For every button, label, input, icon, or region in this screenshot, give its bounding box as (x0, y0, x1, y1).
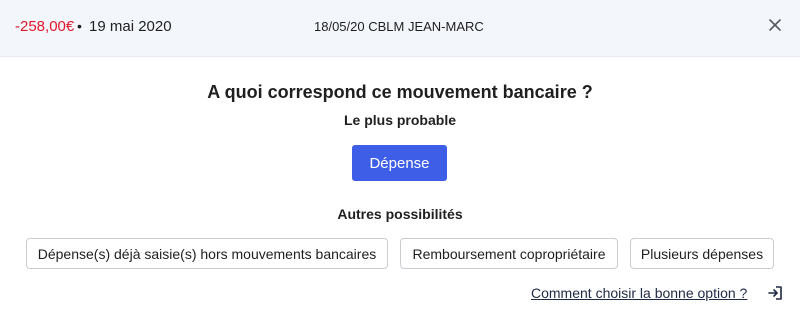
separator-bullet: • (77, 18, 82, 34)
transaction-label: 18/05/20 CBLM JEAN-MARC (314, 19, 484, 34)
dialog-title: A quoi correspond ce mouvement bancaire … (207, 82, 593, 102)
dialog-header: -258,00€ • 19 mai 2020 18/05/20 CBLM JEA… (0, 0, 800, 57)
most-probable-label: Le plus probable (343, 112, 456, 128)
depense-button[interactable]: Dépense (352, 145, 447, 181)
option-multiple-expenses-button[interactable]: Plusieurs dépenses (630, 238, 774, 269)
option-owner-refund-button[interactable]: Remboursement copropriétaire (400, 238, 618, 269)
sign-in-icon[interactable] (767, 285, 783, 301)
close-icon[interactable] (764, 14, 786, 36)
option-existing-expenses-button[interactable]: Dépense(s) déjà saisie(s) hors mouvement… (26, 238, 388, 269)
transaction-date: 19 mai 2020 (89, 18, 172, 35)
transaction-amount: -258,00€ (15, 18, 75, 35)
bank-movement-dialog: -258,00€ • 19 mai 2020 18/05/20 CBLM JEA… (0, 0, 800, 323)
other-options-label: Autres possibilités (337, 206, 463, 222)
help-link[interactable]: Comment choisir la bonne option ? (531, 285, 747, 301)
